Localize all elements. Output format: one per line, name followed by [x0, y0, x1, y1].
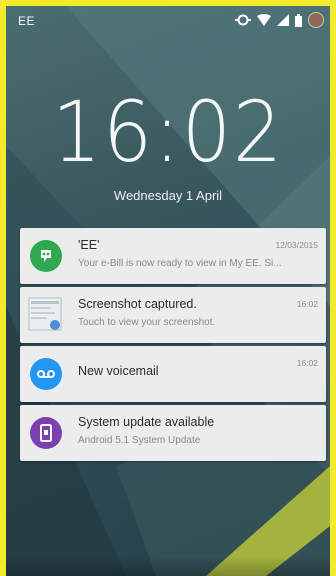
clock-time: 16:02	[52, 83, 284, 181]
data-sync-icon	[235, 14, 251, 26]
user-avatar[interactable]	[308, 12, 324, 28]
notification-text: Your e-Bill is now ready to view in My E…	[78, 258, 282, 269]
system-update-icon	[30, 417, 62, 449]
notification-title: Screenshot captured.	[78, 297, 197, 311]
notification-title: System update available	[78, 415, 215, 429]
notification-time: 16:02	[296, 299, 318, 309]
notification-screenshot[interactable]: Screenshot captured. Touch to view your …	[20, 287, 326, 343]
screenshot-icon	[28, 297, 62, 331]
notification-title: 'EE'	[78, 238, 100, 252]
notification-text: Touch to view your screenshot.	[78, 317, 216, 328]
notification-text: Android 5.1 System Update	[78, 435, 201, 446]
signal-icon	[277, 14, 289, 26]
notification-system-update[interactable]: System update available Android 5.1 Syst…	[20, 405, 326, 461]
bottom-shade	[6, 556, 330, 576]
status-icons	[235, 12, 324, 28]
battery-icon	[295, 13, 302, 27]
notification-voicemail[interactable]: New voicemail 16:02	[20, 346, 326, 402]
lock-screen: EE 16:02 Wednesday 1 April 'EE' Your e-B…	[6, 6, 330, 576]
clock-date: Wednesday 1 April	[113, 188, 223, 203]
notification-title: New voicemail	[78, 364, 159, 378]
notification-time: 16:02	[296, 358, 318, 368]
carrier-label: EE	[18, 14, 36, 28]
status-bar: EE	[6, 6, 330, 34]
voicemail-icon	[30, 358, 62, 390]
wifi-icon	[257, 14, 271, 26]
notification-ee-bill[interactable]: 'EE' Your e-Bill is now ready to view in…	[20, 228, 326, 284]
notification-time: 12/03/2015	[275, 240, 318, 250]
hangouts-icon	[30, 240, 62, 272]
